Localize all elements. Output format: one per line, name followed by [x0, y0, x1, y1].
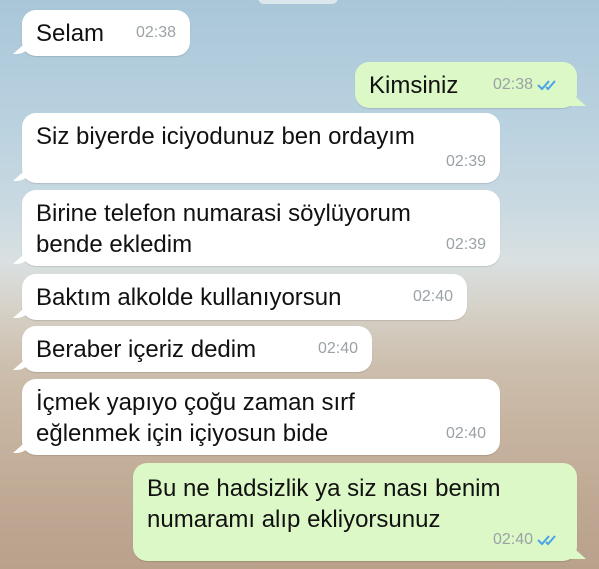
message-time: 02:40	[445, 425, 486, 442]
message-meta: 02:40	[446, 418, 486, 449]
top-tab	[258, 0, 338, 4]
message-time: 02:39	[445, 236, 486, 253]
message-bubble-outgoing[interactable]: Bu ne hadsizlik ya siz nası benim numara…	[133, 463, 577, 561]
message-time: 02:40	[492, 531, 533, 548]
message-bubble-incoming[interactable]: Birine telefon numarasi söylüyorum bende…	[22, 190, 500, 266]
message-time: 02:38	[492, 76, 533, 93]
message-bubble-incoming[interactable]: Selam 02:38	[22, 10, 190, 56]
message-meta: 02:39	[446, 146, 486, 177]
message-meta: 02:39	[446, 229, 486, 260]
message-time: 02:38	[135, 24, 176, 41]
message-meta: 02:40	[493, 524, 563, 555]
message-time: 02:39	[445, 153, 486, 170]
message-time: 02:40	[412, 288, 453, 305]
message-bubble-incoming[interactable]: Beraber içeriz dedim 02:40	[22, 326, 372, 372]
chat-view: Selam 02:38 Kimsiniz 02:38 Siz biyerde i…	[0, 0, 599, 569]
message-text: Baktım alkolde kullanıyorsun	[36, 284, 342, 311]
message-bubble-incoming[interactable]: Siz biyerde iciyodunuz ben ordayım 02:39	[22, 113, 500, 183]
message-meta: 02:38	[136, 17, 176, 48]
message-time: 02:40	[317, 340, 358, 357]
message-meta: 02:38	[493, 69, 563, 100]
message-text: Siz biyerde iciyodunuz ben ordayım	[36, 123, 415, 150]
message-bubble-outgoing[interactable]: Kimsiniz 02:38	[355, 62, 577, 108]
message-meta: 02:40	[318, 333, 358, 364]
message-text: Beraber içeriz dedim	[36, 336, 257, 363]
message-bubble-incoming[interactable]: Baktım alkolde kullanıyorsun 02:40	[22, 274, 467, 320]
double-check-icon	[537, 534, 556, 545]
double-check-icon	[537, 79, 556, 90]
message-bubble-incoming[interactable]: İçmek yapıyo çoğu zaman sırf eğlenmek iç…	[22, 379, 500, 455]
message-text: İçmek yapıyo çoğu zaman sırf eğlenmek iç…	[36, 389, 355, 447]
message-text: Birine telefon numarasi söylüyorum bende…	[36, 200, 411, 258]
message-meta: 02:40	[413, 281, 453, 312]
